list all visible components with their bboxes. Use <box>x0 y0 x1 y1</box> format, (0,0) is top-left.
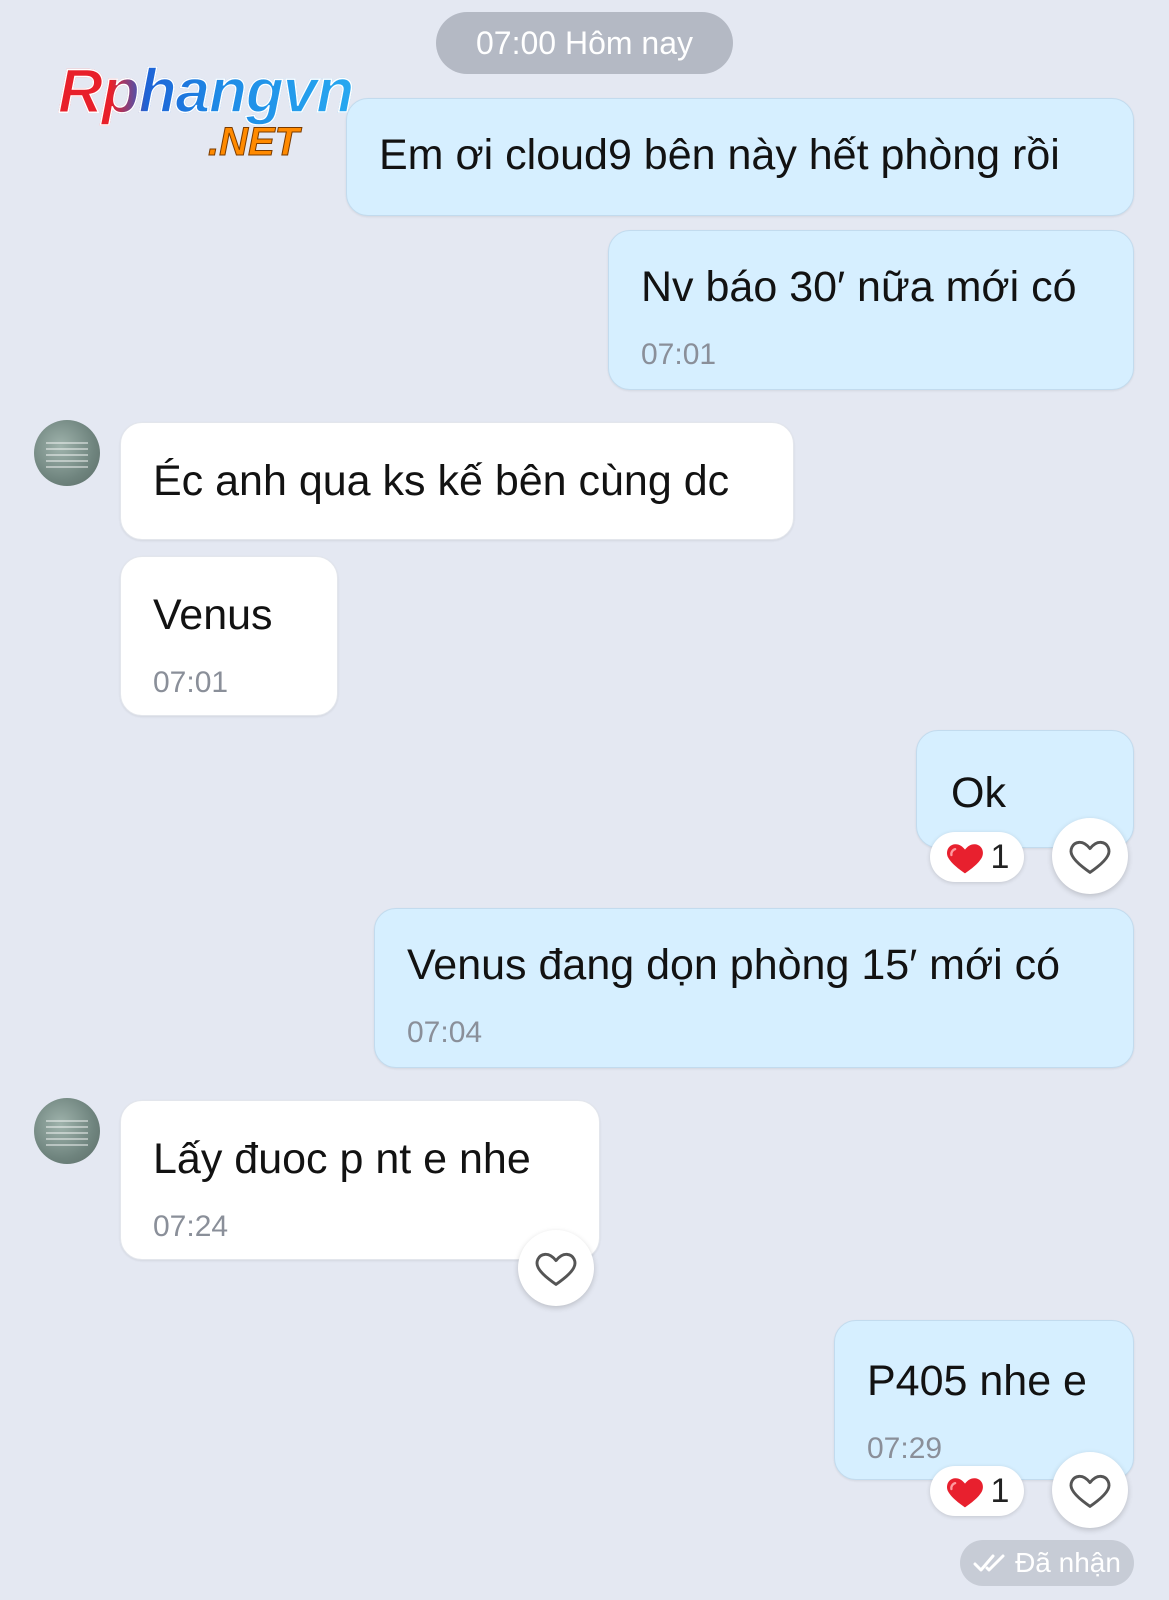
date-separator: 07:00 Hôm nay <box>436 12 733 74</box>
react-heart-button[interactable] <box>1052 1452 1128 1528</box>
message-time: 07:04 <box>407 1016 483 1049</box>
watermark-sub: .NET <box>207 120 300 165</box>
message-bubble[interactable]: Lấy đuoc p nt e nhe 07:24 <box>120 1100 600 1260</box>
message-text: Ok <box>951 769 1006 817</box>
reaction-badge[interactable]: 1 <box>930 832 1024 882</box>
message-bubble[interactable]: Nv báo 30′ nữa mới có 07:01 <box>608 230 1134 390</box>
heart-outline-icon <box>1068 1470 1112 1510</box>
date-separator-label: 07:00 Hôm nay <box>475 24 693 61</box>
react-heart-button[interactable] <box>1052 818 1128 894</box>
message-text: Venus đang dọn phòng 15′ mới có <box>407 941 1061 989</box>
message-time: 07:01 <box>153 666 229 699</box>
message-time: 07:29 <box>867 1432 943 1465</box>
double-check-icon <box>973 1552 1007 1574</box>
message-text: P405 nhe e <box>867 1357 1087 1405</box>
message-text: Venus <box>153 591 273 639</box>
message-bubble[interactable]: Éc anh qua ks kế bên cùng dc <box>120 422 794 540</box>
message-text: Éc anh qua ks kế bên cùng dc <box>153 457 730 505</box>
heart-outline-icon <box>1068 836 1112 876</box>
message-bubble[interactable]: Venus 07:01 <box>120 556 338 716</box>
avatar[interactable] <box>34 1098 100 1164</box>
delivery-status: Đã nhận <box>960 1540 1134 1586</box>
react-heart-button[interactable] <box>518 1230 594 1306</box>
message-time: 07:24 <box>153 1210 229 1243</box>
heart-filled-icon <box>945 839 985 875</box>
message-text: Nv báo 30′ nữa mới có <box>641 263 1077 311</box>
delivery-status-label: Đã nhận <box>1015 1547 1121 1578</box>
message-text: Em ơi cloud9 bên này hết phòng rồi <box>379 131 1060 179</box>
heart-outline-icon <box>534 1248 578 1288</box>
avatar[interactable] <box>34 420 100 486</box>
heart-filled-icon <box>945 1473 985 1509</box>
message-bubble[interactable]: Em ơi cloud9 bên này hết phòng rồi <box>346 98 1134 216</box>
reaction-badge[interactable]: 1 <box>930 1466 1024 1516</box>
message-time: 07:01 <box>641 338 717 371</box>
message-bubble[interactable]: Venus đang dọn phòng 15′ mới có 07:04 <box>374 908 1134 1068</box>
reaction-count: 1 <box>990 837 1010 876</box>
message-text: Lấy đuoc p nt e nhe <box>153 1135 531 1183</box>
watermark-main: Rphangvn <box>57 57 355 127</box>
reaction-count: 1 <box>990 1471 1010 1510</box>
